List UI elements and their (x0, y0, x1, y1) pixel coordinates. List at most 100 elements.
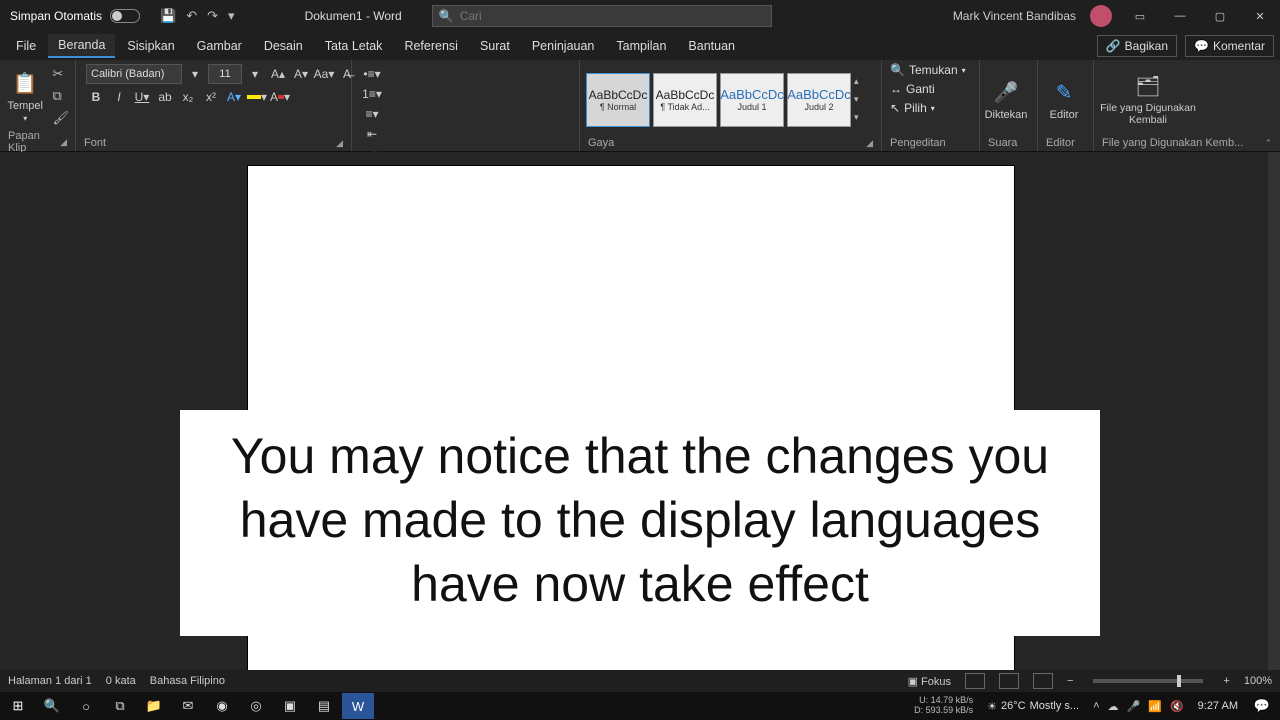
focus-mode[interactable]: ▣ Fokus (908, 675, 951, 688)
bullets-icon[interactable]: •≡▾ (362, 64, 382, 84)
tab-bantuan[interactable]: Bantuan (678, 35, 745, 57)
decrease-indent-icon[interactable]: ⇤ (362, 124, 382, 144)
bold-button[interactable]: B (86, 87, 106, 107)
status-lang[interactable]: Bahasa Filipino (150, 675, 225, 687)
font-name-input[interactable] (86, 64, 182, 84)
chevron-down-icon[interactable]: ▾ (245, 64, 265, 84)
save-icon[interactable]: 💾 (160, 8, 176, 24)
subscript-button[interactable]: x₂ (178, 87, 198, 107)
tab-peninjauan[interactable]: Peninjauan (522, 35, 605, 57)
mail-icon[interactable]: ✉ (172, 693, 204, 719)
tab-file[interactable]: File (6, 35, 46, 57)
paste-button[interactable]: 📋 Tempel ▾ (4, 66, 46, 127)
weather-widget[interactable]: ☀ 26°C Mostly s... (981, 700, 1085, 713)
editor-button[interactable]: ✎Editor (1042, 75, 1086, 125)
find-button[interactable]: 🔍Temukan▾ (886, 62, 970, 78)
style-nospacing[interactable]: AaBbCcDc¶ Tidak Ad... (653, 73, 717, 127)
view-read-icon[interactable] (965, 673, 985, 689)
tab-surat[interactable]: Surat (470, 35, 520, 57)
cut-icon[interactable]: ✂ (52, 66, 69, 82)
explorer-icon[interactable]: 📁 (138, 693, 170, 719)
wifi-icon[interactable]: 📶 (1148, 700, 1162, 713)
tab-tataletak[interactable]: Tata Letak (315, 35, 393, 57)
mic-tray-icon[interactable]: 🎤 (1127, 700, 1141, 713)
volume-icon[interactable]: 🔇 (1170, 700, 1184, 713)
styles-more-icon[interactable]: ▾ (854, 112, 868, 123)
autosave-toggle[interactable]: Simpan Otomatis (0, 9, 150, 23)
status-words[interactable]: 0 kata (106, 675, 136, 687)
redo-icon[interactable]: ↷ (207, 8, 218, 24)
styles-up-icon[interactable]: ▴ (854, 76, 868, 87)
zoom-in-icon[interactable]: + (1223, 675, 1229, 687)
ribbon-mode-icon[interactable]: ▭ (1120, 0, 1160, 32)
reuse-files-button[interactable]: 🗂File yang Digunakan Kembali (1098, 69, 1198, 130)
store-icon[interactable]: ▣ (274, 693, 306, 719)
notifications-icon[interactable]: 💬 (1246, 693, 1278, 719)
dictate-button[interactable]: 🎤Diktekan (984, 75, 1028, 125)
text-effects-icon[interactable]: A▾ (224, 87, 244, 107)
styles-down-icon[interactable]: ▾ (854, 94, 868, 105)
view-print-icon[interactable] (999, 673, 1019, 689)
tab-tampilan[interactable]: Tampilan (606, 35, 676, 57)
underline-button[interactable]: U▾ (132, 87, 152, 107)
qat-more-icon[interactable]: ▾ (228, 8, 235, 24)
tab-referensi[interactable]: Referensi (394, 35, 468, 57)
zoom-value[interactable]: 100% (1244, 675, 1272, 687)
vertical-scrollbar[interactable] (1268, 152, 1280, 692)
tab-sisipkan[interactable]: Sisipkan (117, 35, 184, 57)
word-icon[interactable]: W (342, 693, 374, 719)
chevron-down-icon[interactable]: ▾ (185, 64, 205, 84)
user-name[interactable]: Mark Vincent Bandibas (947, 9, 1082, 23)
close-icon[interactable]: ✕ (1240, 0, 1280, 32)
taskbar-search-icon[interactable]: 🔍 (36, 693, 68, 719)
tab-gambar[interactable]: Gambar (187, 35, 252, 57)
superscript-button[interactable]: x² (201, 87, 221, 107)
numbering-icon[interactable]: 1≡▾ (362, 84, 382, 104)
task-view-icon[interactable]: ⧉ (104, 693, 136, 719)
change-case-icon[interactable]: Aa▾ (314, 64, 334, 84)
undo-icon[interactable]: ↶ (186, 8, 197, 24)
chrome-icon[interactable]: ◉ (206, 693, 238, 719)
app-icon[interactable]: ▤ (308, 693, 340, 719)
dialog-launcher-icon[interactable]: ◢ (60, 137, 67, 148)
system-tray[interactable]: ˄ ☁ 🎤 📶 🔇 (1087, 700, 1190, 713)
dialog-launcher-icon[interactable]: ◢ (336, 138, 343, 149)
dialog-launcher-icon[interactable]: ◢ (866, 138, 873, 149)
zoom-slider[interactable] (1093, 679, 1203, 683)
status-page[interactable]: Halaman 1 dari 1 (8, 675, 92, 687)
search-input[interactable] (460, 9, 765, 23)
style-heading1[interactable]: AaBbCcDcJudul 1 (720, 73, 784, 127)
edge-icon[interactable]: ◎ (240, 693, 272, 719)
select-button[interactable]: ↖Pilih▾ (886, 100, 939, 116)
replace-button[interactable]: ↔Ganti (886, 81, 939, 97)
maximize-icon[interactable]: ▢ (1200, 0, 1240, 32)
tab-desain[interactable]: Desain (254, 35, 313, 57)
style-heading2[interactable]: AaBbCcDcJudul 2 (787, 73, 851, 127)
italic-button[interactable]: I (109, 87, 129, 107)
view-web-icon[interactable] (1033, 673, 1053, 689)
search-box[interactable]: 🔍 (432, 5, 772, 27)
highlight-button[interactable]: ▾ (247, 87, 267, 107)
tab-beranda[interactable]: Beranda (48, 34, 115, 58)
strike-button[interactable]: ab (155, 87, 175, 107)
onedrive-icon[interactable]: ☁ (1108, 700, 1119, 713)
shrink-font-icon[interactable]: A▾ (291, 64, 311, 84)
zoom-out-icon[interactable]: − (1067, 675, 1073, 687)
cortana-icon[interactable]: ○ (70, 693, 102, 719)
start-button[interactable]: ⊞ (2, 693, 34, 719)
share-button[interactable]: 🔗Bagikan (1097, 35, 1177, 57)
font-size-input[interactable] (208, 64, 242, 84)
minimize-icon[interactable]: — (1160, 0, 1200, 32)
comments-button[interactable]: 💬Komentar (1185, 35, 1274, 57)
grow-font-icon[interactable]: A▴ (268, 64, 288, 84)
copy-icon[interactable]: ⧉ (52, 88, 69, 104)
font-color-button[interactable]: A▾ (270, 87, 290, 107)
format-painter-icon[interactable]: 🖌 (52, 110, 69, 126)
style-normal[interactable]: AaBbCcDc¶ Normal (586, 73, 650, 127)
chevron-up-icon[interactable]: ˄ (1093, 700, 1099, 712)
collapse-ribbon-icon[interactable]: ⌃ (1264, 138, 1272, 149)
multilevel-icon[interactable]: ≡▾ (362, 104, 382, 124)
document-area[interactable]: You may notice that the changes you have… (0, 152, 1268, 692)
avatar[interactable] (1090, 5, 1112, 27)
clock[interactable]: 9:27 AM (1192, 700, 1244, 712)
